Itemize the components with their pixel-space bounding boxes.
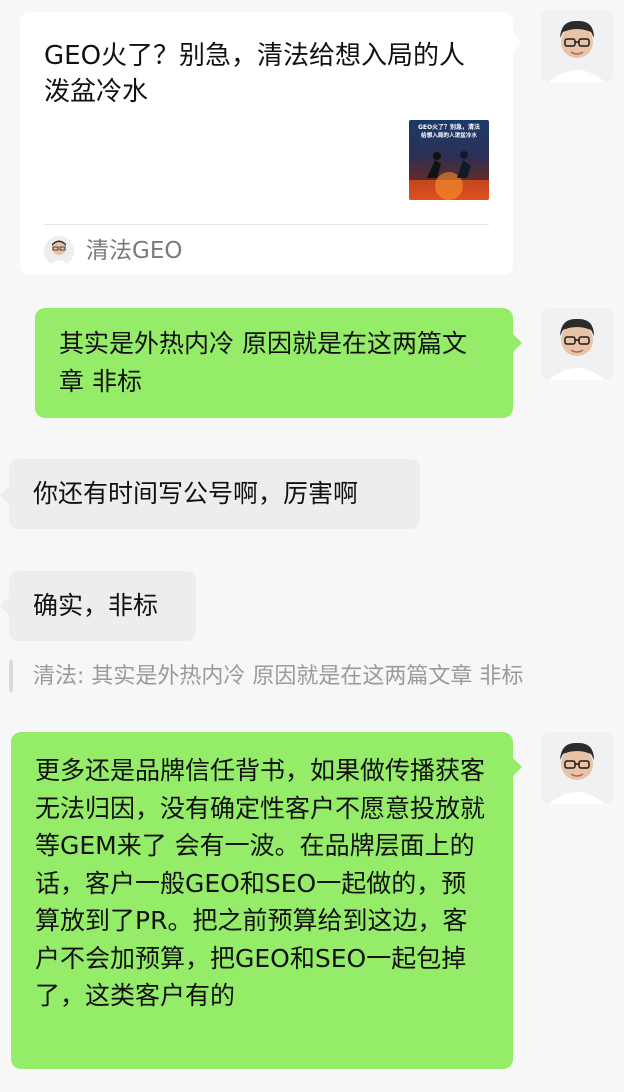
bubble-tail [513,34,522,52]
message-text: 你还有时间写公号啊，厉害啊 [33,479,359,508]
bubble-tail [0,486,9,504]
link-card-message[interactable]: GEO火了？别急，清法给想入局的人泼盆冷水 GEO火了？别急，清法 给想入局的人… [20,12,513,275]
message-text: 确实，非标 [33,591,159,620]
link-card-source: 清法GEO [86,238,183,264]
link-card-title: GEO火了？别急，清法给想入局的人泼盆冷水 [44,41,466,107]
bubble-tail [0,597,9,615]
chat-bubble-incoming[interactable]: 你还有时间写公号啊，厉害啊 [9,459,420,529]
bubble-tail [513,334,522,352]
svg-text:给想入局的人泼盆冷水: 给想入局的人泼盆冷水 [421,131,477,139]
chat-bubble-outgoing[interactable]: 更多还是品牌信任背书，如果做传播获客无法归因，没有确定性客户不愿意投放就等GEM… [11,732,513,1069]
user-avatar-icon[interactable] [541,10,613,82]
quoted-message[interactable]: 清法: 其实是外热内冷 原因就是在这两篇文章 非标 [33,662,523,692]
quote-bar [9,660,13,692]
message-text: 其实是外热内冷 原因就是在这两篇文章 非标 [59,329,467,396]
link-card-divider [44,224,489,225]
chat-bubble-outgoing[interactable]: 其实是外热内冷 原因就是在这两篇文章 非标 [35,308,513,418]
bubble-tail [513,758,522,776]
message-text: 更多还是品牌信任背书，如果做传播获客无法归因，没有确定性客户不愿意投放就等GEM… [35,756,486,1010]
user-avatar-icon[interactable] [541,308,613,380]
svg-text:GEO火了？别急，清法: GEO火了？别急，清法 [418,123,480,131]
link-card-source-row: 清法GEO [44,234,182,268]
source-avatar-icon [44,236,74,266]
link-card-thumbnail: GEO火了？别急，清法 给想入局的人泼盆冷水 [409,120,489,200]
user-avatar-icon[interactable] [541,732,613,804]
chat-bubble-incoming[interactable]: 确实，非标 [9,571,196,641]
